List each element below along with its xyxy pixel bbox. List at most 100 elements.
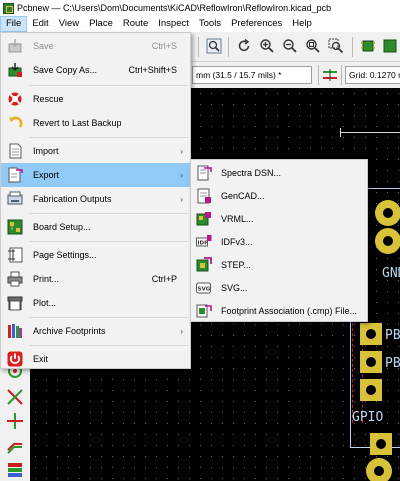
footprint-association-icon bbox=[196, 304, 212, 317]
track-width-select[interactable]: mm (31.5 / 15.7 mils) * bbox=[192, 66, 312, 84]
menu-item-export[interactable]: Export › bbox=[1, 163, 190, 187]
export-submenu: Spectra DSN... GenCAD... VRML... IDF IDF… bbox=[190, 159, 368, 322]
submenu-arrow-icon: › bbox=[180, 194, 183, 204]
page-settings-icon bbox=[8, 247, 23, 263]
toolbar-separator bbox=[352, 37, 353, 57]
menu-item-exit[interactable]: Exit bbox=[1, 347, 190, 371]
menu-tools[interactable]: Tools bbox=[194, 16, 226, 32]
submenu-arrow-icon: › bbox=[180, 170, 183, 180]
silkscreen-gnd: GND bbox=[382, 266, 400, 281]
silkscreen-pb: PB bbox=[385, 356, 400, 371]
net-trace bbox=[352, 313, 353, 423]
menu-item-save-copy-as[interactable]: Save Copy As... Ctrl+Shift+S bbox=[1, 58, 190, 82]
mounting-pad bbox=[375, 200, 400, 226]
spectra-dsn-icon bbox=[197, 165, 212, 180]
menu-separator bbox=[29, 137, 188, 138]
menu-separator bbox=[29, 85, 188, 86]
dimension-tick bbox=[340, 128, 341, 137]
submenu-arrow-icon: › bbox=[180, 146, 183, 156]
dimension-line bbox=[340, 132, 400, 133]
menu-separator bbox=[29, 317, 188, 318]
mounting-pad bbox=[375, 228, 400, 254]
menu-bar: File Edit View Place Route Inspect Tools… bbox=[0, 16, 400, 32]
zoom-selection-icon[interactable] bbox=[328, 38, 344, 54]
header-pad bbox=[360, 323, 382, 345]
header-pad bbox=[370, 433, 392, 455]
step-icon bbox=[196, 256, 212, 271]
menu-preferences[interactable]: Preferences bbox=[226, 16, 287, 32]
menu-item-import[interactable]: Import › bbox=[1, 139, 190, 163]
submenu-arrow-icon: › bbox=[180, 326, 183, 336]
ratsnest-icon[interactable] bbox=[6, 388, 24, 406]
diff-pair-icon[interactable] bbox=[6, 436, 24, 454]
submenu-item-idfv3[interactable]: IDF IDFv3... bbox=[191, 230, 367, 253]
menu-item-print[interactable]: Print... Ctrl+P bbox=[1, 267, 190, 291]
menu-item-page-settings[interactable]: Page Settings... bbox=[1, 243, 190, 267]
header-pad bbox=[360, 379, 382, 401]
import-icon bbox=[9, 143, 22, 159]
file-menu: Save Ctrl+S Save Copy As... Ctrl+Shift+S… bbox=[0, 32, 191, 369]
rescue-icon bbox=[8, 92, 22, 106]
silkscreen-pb: PB bbox=[385, 328, 400, 343]
zoom-redraw-icon[interactable] bbox=[206, 38, 222, 54]
menu-route[interactable]: Route bbox=[118, 16, 153, 32]
archive-icon bbox=[8, 324, 22, 338]
footprint-editor-icon[interactable] bbox=[360, 38, 376, 54]
menu-help[interactable]: Help bbox=[287, 16, 317, 32]
zoom-out-icon[interactable] bbox=[282, 38, 298, 54]
revert-icon bbox=[9, 116, 23, 128]
svg-icon: SVG bbox=[196, 282, 211, 293]
menu-item-save[interactable]: Save Ctrl+S bbox=[1, 34, 190, 58]
submenu-item-gencad[interactable]: GenCAD... bbox=[191, 184, 367, 207]
menu-view[interactable]: View bbox=[54, 16, 84, 32]
submenu-item-svg[interactable]: SVG SVG... bbox=[191, 276, 367, 299]
submenu-item-spectra-dsn[interactable]: Spectra DSN... bbox=[191, 161, 367, 184]
header-pad-round bbox=[366, 458, 392, 481]
menu-item-fabrication-outputs[interactable]: Fabrication Outputs › bbox=[1, 187, 190, 211]
save-copy-icon bbox=[8, 63, 22, 77]
zoom-in-icon[interactable] bbox=[259, 38, 275, 54]
print-icon bbox=[7, 271, 23, 287]
plot-icon bbox=[7, 296, 23, 311]
menu-separator bbox=[29, 345, 188, 346]
menu-item-board-setup[interactable]: Board Setup... bbox=[1, 215, 190, 239]
fabrication-icon bbox=[7, 191, 23, 205]
silkscreen-gpio: GPIO bbox=[352, 410, 384, 425]
refresh-icon[interactable] bbox=[236, 38, 252, 54]
idf-icon: IDF bbox=[196, 234, 212, 246]
grid-select[interactable]: Grid: 0.1270 mm bbox=[345, 66, 400, 84]
menu-item-rescue[interactable]: Rescue bbox=[1, 87, 190, 111]
layers-icon[interactable] bbox=[6, 460, 24, 478]
submenu-item-footprint-association[interactable]: Footprint Association (.cmp) File... bbox=[191, 299, 367, 322]
auto-track-width-icon[interactable] bbox=[322, 67, 338, 83]
toolbar-separator bbox=[341, 65, 342, 85]
idf-badge-text: IDF bbox=[198, 240, 209, 246]
menu-file[interactable]: File bbox=[0, 16, 28, 32]
exit-icon bbox=[7, 351, 23, 367]
export-icon bbox=[8, 167, 23, 183]
menu-item-plot[interactable]: Plot... bbox=[1, 291, 190, 315]
menu-separator bbox=[29, 213, 188, 214]
gencad-icon bbox=[197, 188, 211, 203]
toolbar-separator bbox=[228, 37, 229, 57]
board-setup-icon bbox=[7, 219, 23, 235]
zoom-fit-icon[interactable] bbox=[305, 38, 321, 54]
footprint-browser-icon[interactable] bbox=[382, 38, 398, 54]
menu-inspect[interactable]: Inspect bbox=[153, 16, 194, 32]
submenu-item-vrml[interactable]: VRML... bbox=[191, 207, 367, 230]
menu-item-archive-footprints[interactable]: Archive Footprints › bbox=[1, 319, 190, 343]
toolbar-separator bbox=[318, 65, 319, 85]
window-title: Pcbnew — C:\Users\Dom\Documents\KiCAD\Re… bbox=[17, 3, 332, 13]
menu-edit[interactable]: Edit bbox=[27, 16, 53, 32]
toolbar-separator bbox=[198, 37, 199, 57]
menu-separator bbox=[29, 241, 188, 242]
route-track-icon[interactable] bbox=[6, 412, 24, 430]
menu-place[interactable]: Place bbox=[84, 16, 118, 32]
menu-item-revert[interactable]: Revert to Last Backup bbox=[1, 111, 190, 135]
submenu-item-step[interactable]: STEP... bbox=[191, 253, 367, 276]
save-icon bbox=[8, 39, 22, 53]
pcbnew-app-icon bbox=[3, 2, 14, 14]
vrml-icon bbox=[196, 211, 211, 225]
title-bar: Pcbnew — C:\Users\Dom\Documents\KiCAD\Re… bbox=[0, 0, 400, 16]
svg-badge-text: SVG bbox=[198, 286, 211, 292]
